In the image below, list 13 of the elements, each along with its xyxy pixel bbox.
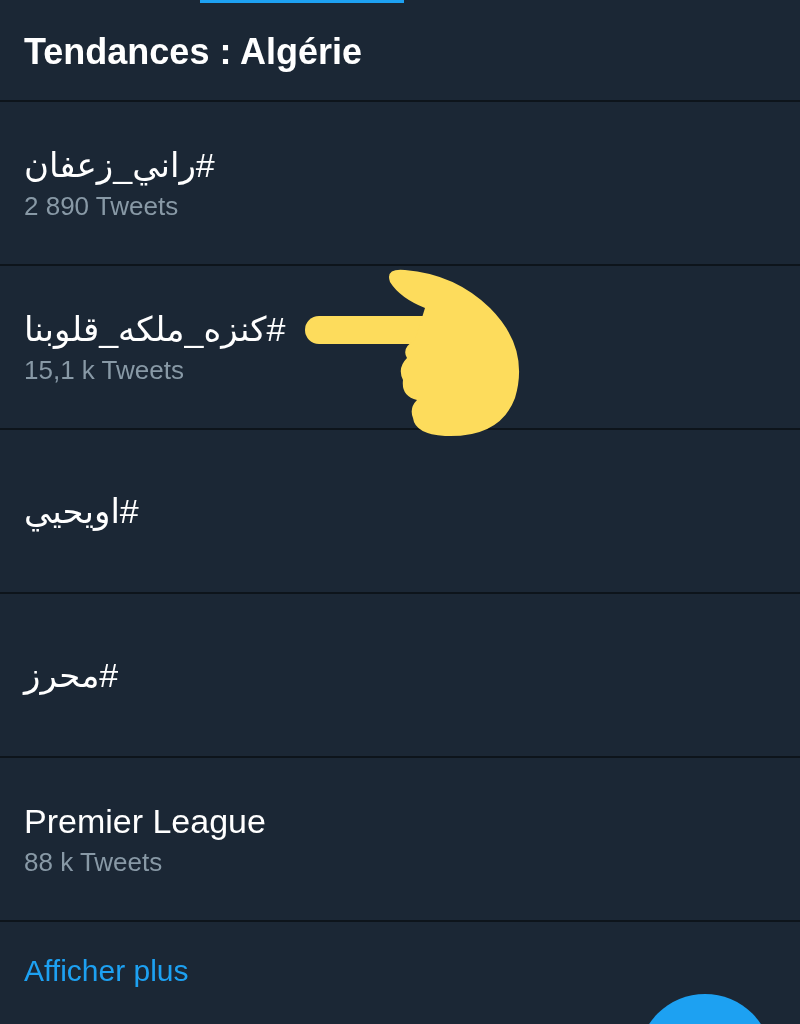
trend-item[interactable]: #محرز bbox=[0, 594, 800, 758]
trend-name: Premier League bbox=[24, 801, 266, 843]
trend-name: #محرز bbox=[24, 654, 119, 697]
trend-item[interactable]: #اويحيي bbox=[0, 430, 800, 594]
tweet-count: 88 k Tweets bbox=[24, 846, 163, 878]
trend-name: #كنزه_ملكه_قلوبنا bbox=[24, 309, 286, 351]
tweet-count: 2 890 Tweets bbox=[24, 190, 179, 222]
show-more-link[interactable]: Afficher plus bbox=[24, 954, 189, 988]
page-title: Tendances : Algérie bbox=[24, 30, 363, 73]
tweet-count: 15,1 k Tweets bbox=[24, 354, 184, 386]
trend-name: #اويحيي bbox=[24, 490, 139, 533]
trend-name: #راني_زعفان bbox=[24, 145, 215, 187]
trend-item[interactable]: Premier League 88 k Tweets bbox=[0, 758, 800, 922]
